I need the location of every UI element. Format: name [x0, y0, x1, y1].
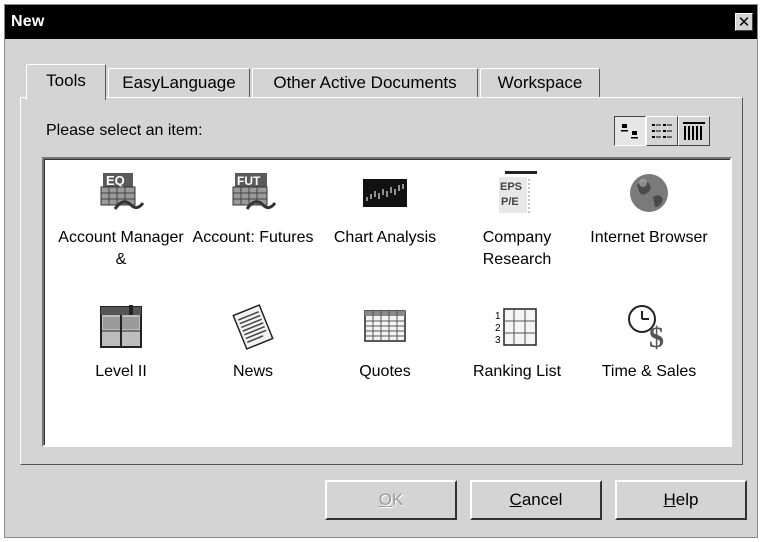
select-prompt: Please select an item: — [46, 122, 203, 139]
list-item-time-and-sales[interactable]: $ Time & Sales — [584, 303, 714, 383]
ok-mnemonic: O — [378, 490, 392, 509]
list-item-quotes[interactable]: Quotes — [320, 303, 450, 383]
ok-button[interactable]: OK — [325, 480, 457, 520]
quotes-grid-icon — [364, 310, 406, 342]
item-label: Account Manager & — [58, 229, 184, 268]
details-view-button[interactable] — [678, 116, 710, 146]
item-label: Account: Futures — [192, 229, 314, 246]
svg-text:1: 1 — [495, 311, 501, 322]
item-label: Time & Sales — [601, 363, 697, 380]
tab-label: Other Active Documents — [273, 73, 457, 92]
ok-label-rest: K — [391, 490, 404, 509]
list-item-chart-analysis[interactable]: Chart Analysis — [320, 169, 450, 249]
company-research-icon: EPS P/E — [499, 171, 537, 213]
svg-text:$: $ — [649, 321, 664, 351]
list-item-account-futures[interactable]: FUT Account: Futures — [188, 169, 318, 249]
tab-workspace[interactable]: Workspace — [480, 68, 600, 98]
list-view-button[interactable] — [646, 116, 678, 146]
item-label: Ranking List — [472, 363, 562, 380]
chart-analysis-icon — [363, 179, 407, 207]
item-label: Quotes — [359, 363, 411, 380]
list-item-company-research[interactable]: EPS P/E Company Research — [452, 169, 582, 271]
item-label: Company Research — [482, 229, 552, 268]
tab-other-active-documents[interactable]: Other Active Documents — [252, 68, 478, 98]
view-mode-buttons — [614, 116, 710, 146]
list-icon — [652, 124, 672, 138]
list-item-account-manager[interactable]: EQ Account Manager & — [56, 169, 186, 271]
svg-text:2: 2 — [495, 323, 501, 334]
ranking-list-icon: 1 2 3 — [495, 308, 537, 346]
svg-text:EPS: EPS — [500, 181, 522, 193]
internet-browser-globe-icon — [630, 174, 668, 212]
tab-easylanguage[interactable]: EasyLanguage — [108, 68, 250, 98]
item-label: Internet Browser — [590, 229, 708, 246]
account-manager-eq-icon: EQ — [100, 173, 145, 210]
details-icon — [683, 122, 705, 140]
item-label: Chart Analysis — [333, 229, 437, 246]
svg-text:FUT: FUT — [237, 174, 261, 188]
list-item-internet-browser[interactable]: Internet Browser — [584, 169, 714, 249]
close-icon: ✕ — [737, 14, 751, 31]
list-item-news[interactable]: News — [188, 303, 318, 383]
cancel-label-rest: ancel — [521, 490, 563, 509]
cancel-mnemonic: C — [509, 490, 522, 509]
close-button[interactable]: ✕ — [735, 13, 753, 31]
help-label-rest: elp — [675, 490, 699, 509]
svg-text:EQ: EQ — [106, 173, 125, 188]
item-list-view[interactable]: EQ Account Manager & FUT Account: Future… — [42, 157, 732, 447]
large-icons-icon — [621, 124, 638, 139]
tab-label: Workspace — [497, 73, 583, 92]
level-ii-icon — [100, 305, 142, 348]
svg-text:3: 3 — [495, 335, 501, 346]
help-mnemonic: H — [663, 490, 676, 509]
help-button[interactable]: Help — [615, 480, 747, 520]
svg-text:P/E: P/E — [501, 196, 519, 208]
dialog-title: New — [11, 13, 45, 30]
tab-label: EasyLanguage — [122, 73, 236, 92]
time-and-sales-icon: $ — [628, 305, 664, 351]
large-icons-view-button[interactable] — [614, 116, 646, 146]
news-icon — [232, 304, 274, 350]
cancel-button[interactable]: Cancel — [470, 480, 602, 520]
list-item-ranking-list[interactable]: 1 2 3 Ranking List — [452, 303, 582, 383]
tab-tools[interactable]: Tools — [26, 64, 106, 100]
item-label: News — [232, 363, 273, 380]
title-bar[interactable]: New ✕ — [5, 5, 757, 39]
tab-label: Tools — [46, 71, 86, 90]
account-futures-icon: FUT — [232, 173, 277, 210]
item-label: Level II — [95, 363, 147, 380]
list-item-level-ii[interactable]: Level II — [56, 303, 186, 383]
